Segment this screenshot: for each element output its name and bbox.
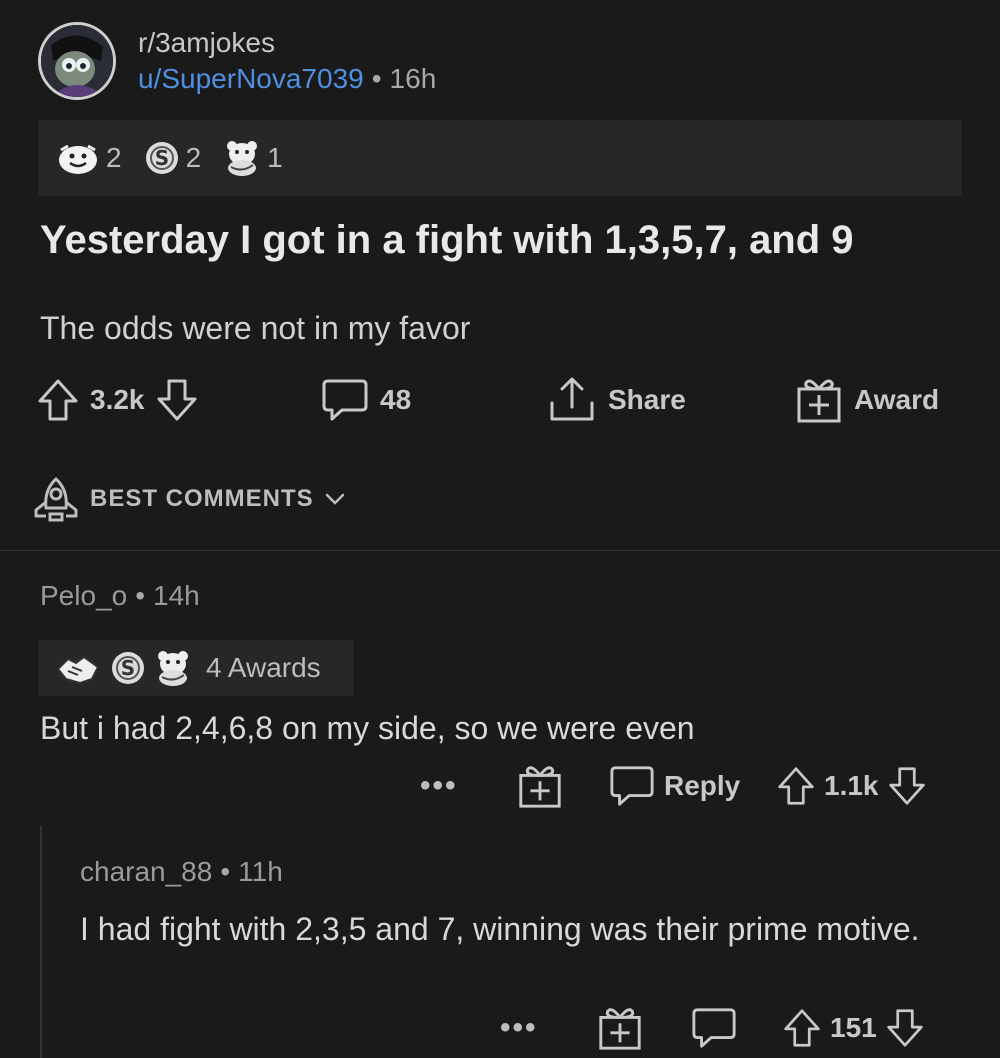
comment-text: I had fight with 2,3,5 and 7, winning wa…: [80, 911, 920, 947]
share-button[interactable]: Share: [546, 372, 686, 428]
gift-icon: [599, 1008, 641, 1050]
comment-actions: ••• 151: [500, 1000, 980, 1056]
post-header: r/3amjokes u/SuperNova7039 • 16h: [38, 22, 938, 102]
award-count: 2: [106, 142, 122, 173]
award-label: Award: [854, 384, 940, 415]
comment-award-button[interactable]: [516, 758, 564, 814]
comment-count: 48: [380, 384, 412, 415]
meta-separator: •: [220, 856, 231, 887]
subreddit-name[interactable]: r/3amjokes: [138, 26, 436, 60]
comment-age: 14h: [153, 580, 200, 611]
post-author[interactable]: u/SuperNova7039: [138, 63, 364, 94]
comment-meta: Pelo_o • 14h: [40, 580, 200, 612]
thread-line[interactable]: [40, 826, 42, 1058]
upvote-arrow-icon[interactable]: [776, 764, 816, 808]
meta-separator: •: [371, 63, 382, 94]
award-count: 2: [185, 142, 202, 173]
comment-more-button[interactable]: •••: [420, 758, 458, 814]
svg-text:S: S: [154, 146, 168, 170]
comment-age: 11h: [238, 856, 283, 887]
comments-button[interactable]: 48: [320, 372, 411, 428]
wholesome-face-award-icon: [59, 144, 97, 174]
award-silver: S 2: [144, 140, 202, 176]
upvote-arrow-icon[interactable]: [782, 1006, 822, 1050]
downvote-arrow-icon[interactable]: [885, 1006, 925, 1050]
bear-hug-award-icon: [227, 141, 258, 176]
handshake-award-icon: [56, 655, 100, 685]
awards-count-label: 4 Awards: [206, 652, 321, 683]
avatar-image: [41, 25, 113, 97]
comment-bubble-icon: [322, 379, 368, 421]
award-wholesome: 2: [56, 140, 122, 176]
more-options-icon: •••: [500, 1011, 538, 1044]
rocket-icon: [34, 477, 78, 522]
svg-text:S: S: [121, 656, 135, 680]
post-body: The odds were not in my favor: [40, 310, 471, 346]
comment-award-button[interactable]: [596, 1000, 644, 1056]
comment-meta: charan_88 • 11h: [80, 856, 283, 888]
comment-author[interactable]: Pelo_o: [40, 580, 127, 611]
reply-button[interactable]: [690, 1000, 738, 1056]
bear-hug-award-icon: [158, 651, 188, 686]
comment-text: But i had 2,4,6,8 on my side, so we were…: [40, 710, 695, 746]
post-vote-group: 3.2k: [36, 372, 199, 428]
award-bear-hug: 1: [223, 139, 283, 177]
share-icon: [550, 377, 594, 421]
post-age: 16h: [389, 63, 437, 94]
post-byline: u/SuperNova7039 • 16h: [138, 60, 436, 98]
gift-icon: [797, 379, 841, 423]
avatar[interactable]: [38, 22, 116, 100]
comment-vote-group: 1.1k: [776, 758, 927, 814]
comment-sort-dropdown[interactable]: BEST COMMENTS: [32, 476, 346, 522]
comment-actions: ••• Reply 1.1k: [420, 758, 980, 814]
award-count: 1: [267, 142, 283, 173]
downvote-arrow-icon[interactable]: [155, 377, 199, 423]
post-title[interactable]: Yesterday I got in a fight with 1,3,5,7,…: [40, 218, 854, 263]
post-vote-count: 3.2k: [90, 384, 145, 415]
comment-awards-bar[interactable]: S 4 Awards: [38, 640, 354, 696]
reply-button[interactable]: Reply: [608, 758, 740, 814]
comment-more-button[interactable]: •••: [500, 1000, 538, 1056]
sort-label: BEST COMMENTS: [90, 485, 314, 512]
silver-coin-award-icon: S: [145, 142, 178, 174]
meta-separator: •: [135, 580, 145, 611]
comment-vote-group: 151: [782, 1000, 925, 1056]
chevron-down-icon: [325, 493, 344, 505]
divider: [0, 550, 1000, 551]
comment-bubble-icon: [610, 766, 654, 806]
comment-vote-count: 151: [830, 1012, 877, 1043]
silver-coin-award-icon: S: [112, 652, 144, 684]
post-actions: 3.2k 48 Share Award: [36, 372, 966, 428]
comment-author[interactable]: charan_88: [80, 856, 212, 887]
reply-label: Reply: [664, 770, 741, 801]
post-awards-bar[interactable]: 2 S 2 1: [38, 120, 962, 196]
upvote-arrow-icon[interactable]: [36, 377, 80, 423]
downvote-arrow-icon[interactable]: [887, 764, 927, 808]
more-options-icon: •••: [420, 769, 458, 802]
share-label: Share: [608, 384, 686, 415]
gift-icon: [519, 766, 561, 808]
award-button[interactable]: Award: [794, 372, 939, 428]
comment-bubble-icon: [692, 1008, 736, 1048]
comment-vote-count: 1.1k: [824, 770, 879, 801]
